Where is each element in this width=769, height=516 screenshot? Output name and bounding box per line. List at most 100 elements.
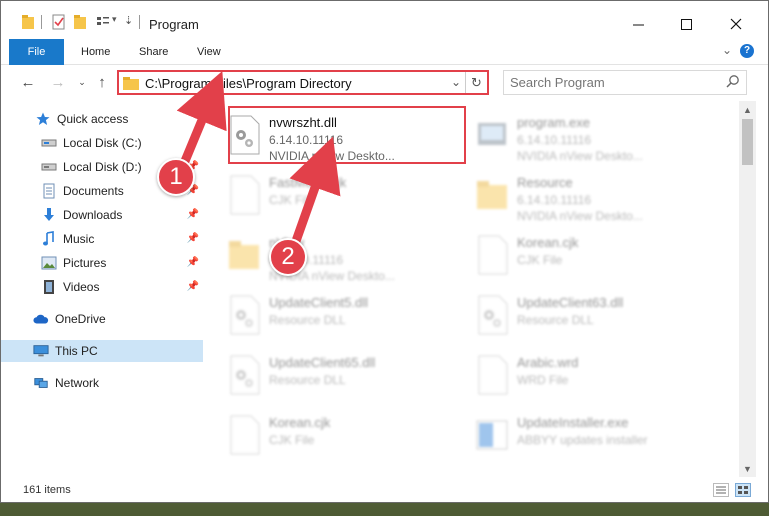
sidebar-item-label: Network [55,376,100,390]
file-item[interactable]: FastMenu.cjk CJK File [209,167,449,223]
file-highlight-box [228,106,466,164]
sidebar-item-music[interactable]: Music 📌 [1,228,203,250]
title-separator [139,15,140,29]
details-view-icon [716,486,726,494]
customize-toolbar-icon[interactable]: ⇣ [124,14,133,32]
file-detail: Resource DLL [269,373,346,387]
up-button[interactable]: ↑ [91,71,113,93]
sidebar-item-label: This PC [55,344,98,358]
qa-dropdown-icon[interactable]: ▾ [112,14,117,32]
network-icon [33,375,49,391]
vertical-scrollbar[interactable]: ▲ ▼ [739,101,756,477]
tab-home[interactable]: Home [67,39,124,65]
sidebar-item-quick-access[interactable]: Quick access [1,108,203,130]
sidebar-item-label: Local Disk (D:) [63,160,142,174]
navigation-bar: ← → ⌄ ↑ C:\Program Files\Program Directo… [1,65,768,101]
address-dropdown-icon[interactable]: ⌄ [451,75,461,89]
folder-icon [227,235,261,275]
title-separator [41,15,42,29]
forward-button[interactable]: → [47,71,69,93]
pin-icon: 📌 [186,137,199,148]
minimize-button[interactable] [615,9,661,39]
dll-file-icon [227,295,261,335]
back-button[interactable]: ← [17,71,39,93]
file-item[interactable]: nView6.14.10.11116NVIDIA nView Deskto... [209,227,449,283]
file-item[interactable]: Korean.cjk CJK File [209,407,449,463]
refresh-button[interactable]: ↻ [465,72,487,93]
search-icon[interactable] [726,74,740,88]
file-item[interactable]: program.exe 6.14.10.11116 NVIDIA nView Des… [457,107,697,163]
file-detail: Resource DLL [517,313,594,327]
sidebar-item-local-disk-c[interactable]: Local Disk (C:) 📌 [1,132,203,154]
scrollbar-thumb[interactable] [742,119,753,165]
arrow-left-icon: ← [20,73,36,91]
callout-badge-2: 2 [269,238,307,276]
file-name: Arabic.wrd [517,355,579,370]
file-item[interactable]: UpdateInstaller.exe ABBYY updates install… [457,407,697,463]
music-icon [41,231,57,247]
scroll-up-icon[interactable]: ▲ [739,101,756,118]
file-name: UpdateClient65.dll [269,355,376,370]
address-bar[interactable]: C:\Program Files\Program Directory ⌄ ↻ [117,70,489,95]
window-title: Program [149,17,199,32]
sidebar-item-label: Documents [63,184,124,198]
new-folder-icon[interactable] [73,13,87,31]
search-input[interactable] [510,74,710,91]
sidebar-item-this-pc[interactable]: This PC [1,340,203,362]
file-detail: ABBYY updates installer [517,433,648,447]
file-item[interactable]: Arabic.wrd WRD File [457,347,697,403]
chevron-down-icon: ⌄ [78,76,86,87]
refresh-icon: ↻ [471,74,482,90]
close-button[interactable] [713,9,759,39]
file-name: UpdateClient63.dll [517,295,624,310]
details-view-button[interactable] [713,483,729,497]
scroll-down-icon[interactable]: ▼ [739,460,756,477]
sidebar-item-network[interactable]: Network [1,372,203,394]
downloads-icon [41,207,57,223]
pin-icon: 📌 [186,209,199,220]
tab-view[interactable]: View [183,39,235,65]
file-item[interactable]: Korean.cjk CJK File [457,227,697,283]
sidebar-item-onedrive[interactable]: OneDrive [1,308,203,330]
folder-icon [123,77,139,90]
item-count: 161 items [23,484,71,496]
file-item[interactable]: UpdateClient5.dll Resource DLL [209,287,449,343]
callout-badge-1: 1 [157,158,195,196]
sidebar-item-downloads[interactable]: Downloads 📌 [1,204,203,226]
folder-icon [475,175,509,215]
recent-locations-button[interactable]: ⌄ [71,71,93,93]
help-icon[interactable]: ? [740,44,754,58]
collapse-ribbon-icon[interactable]: ⌄ [722,43,732,57]
properties-icon[interactable] [51,13,67,31]
file-name: program.exe [517,115,590,130]
sidebar-item-videos[interactable]: Videos 📌 [1,276,203,298]
sidebar-item-pictures[interactable]: Pictures 📌 [1,252,203,274]
file-name: Korean.cjk [517,235,579,250]
search-box[interactable] [503,70,747,95]
sidebar-item-label: Quick access [57,112,129,126]
file-item[interactable]: UpdateClient65.dll Resource DLL [209,347,449,403]
sidebar-item-label: OneDrive [55,312,106,326]
large-icons-view-button[interactable] [735,483,751,497]
file-item[interactable]: UpdateClient63.dll Resource DLL [457,287,697,343]
maximize-button[interactable] [663,9,709,39]
file-detail: NVIDIA nView Deskto... [517,149,643,163]
file-detail: WRD File [517,373,569,387]
view-options-icon[interactable] [95,13,111,31]
computer-icon [33,343,49,359]
address-path[interactable]: C:\Program Files\Program Directory [145,76,352,91]
documents-icon [41,183,57,199]
minimize-icon [632,24,644,25]
drive-icon [41,159,57,175]
sidebar-item-label: Videos [63,280,100,294]
large-icons-view-icon [738,486,748,494]
pin-icon: 📌 [186,233,199,244]
doc-file-icon [475,235,509,275]
file-detail: Resource DLL [269,313,346,327]
file-detail: CJK File [269,433,315,447]
close-icon [730,18,742,30]
exe-file-icon [475,115,509,155]
file-item[interactable]: Resource 6.14.10.11116 NVIDIA nView Deskto… [457,167,697,223]
tab-share[interactable]: Share [125,39,182,65]
file-name: FastMenu.cjk [269,175,347,190]
